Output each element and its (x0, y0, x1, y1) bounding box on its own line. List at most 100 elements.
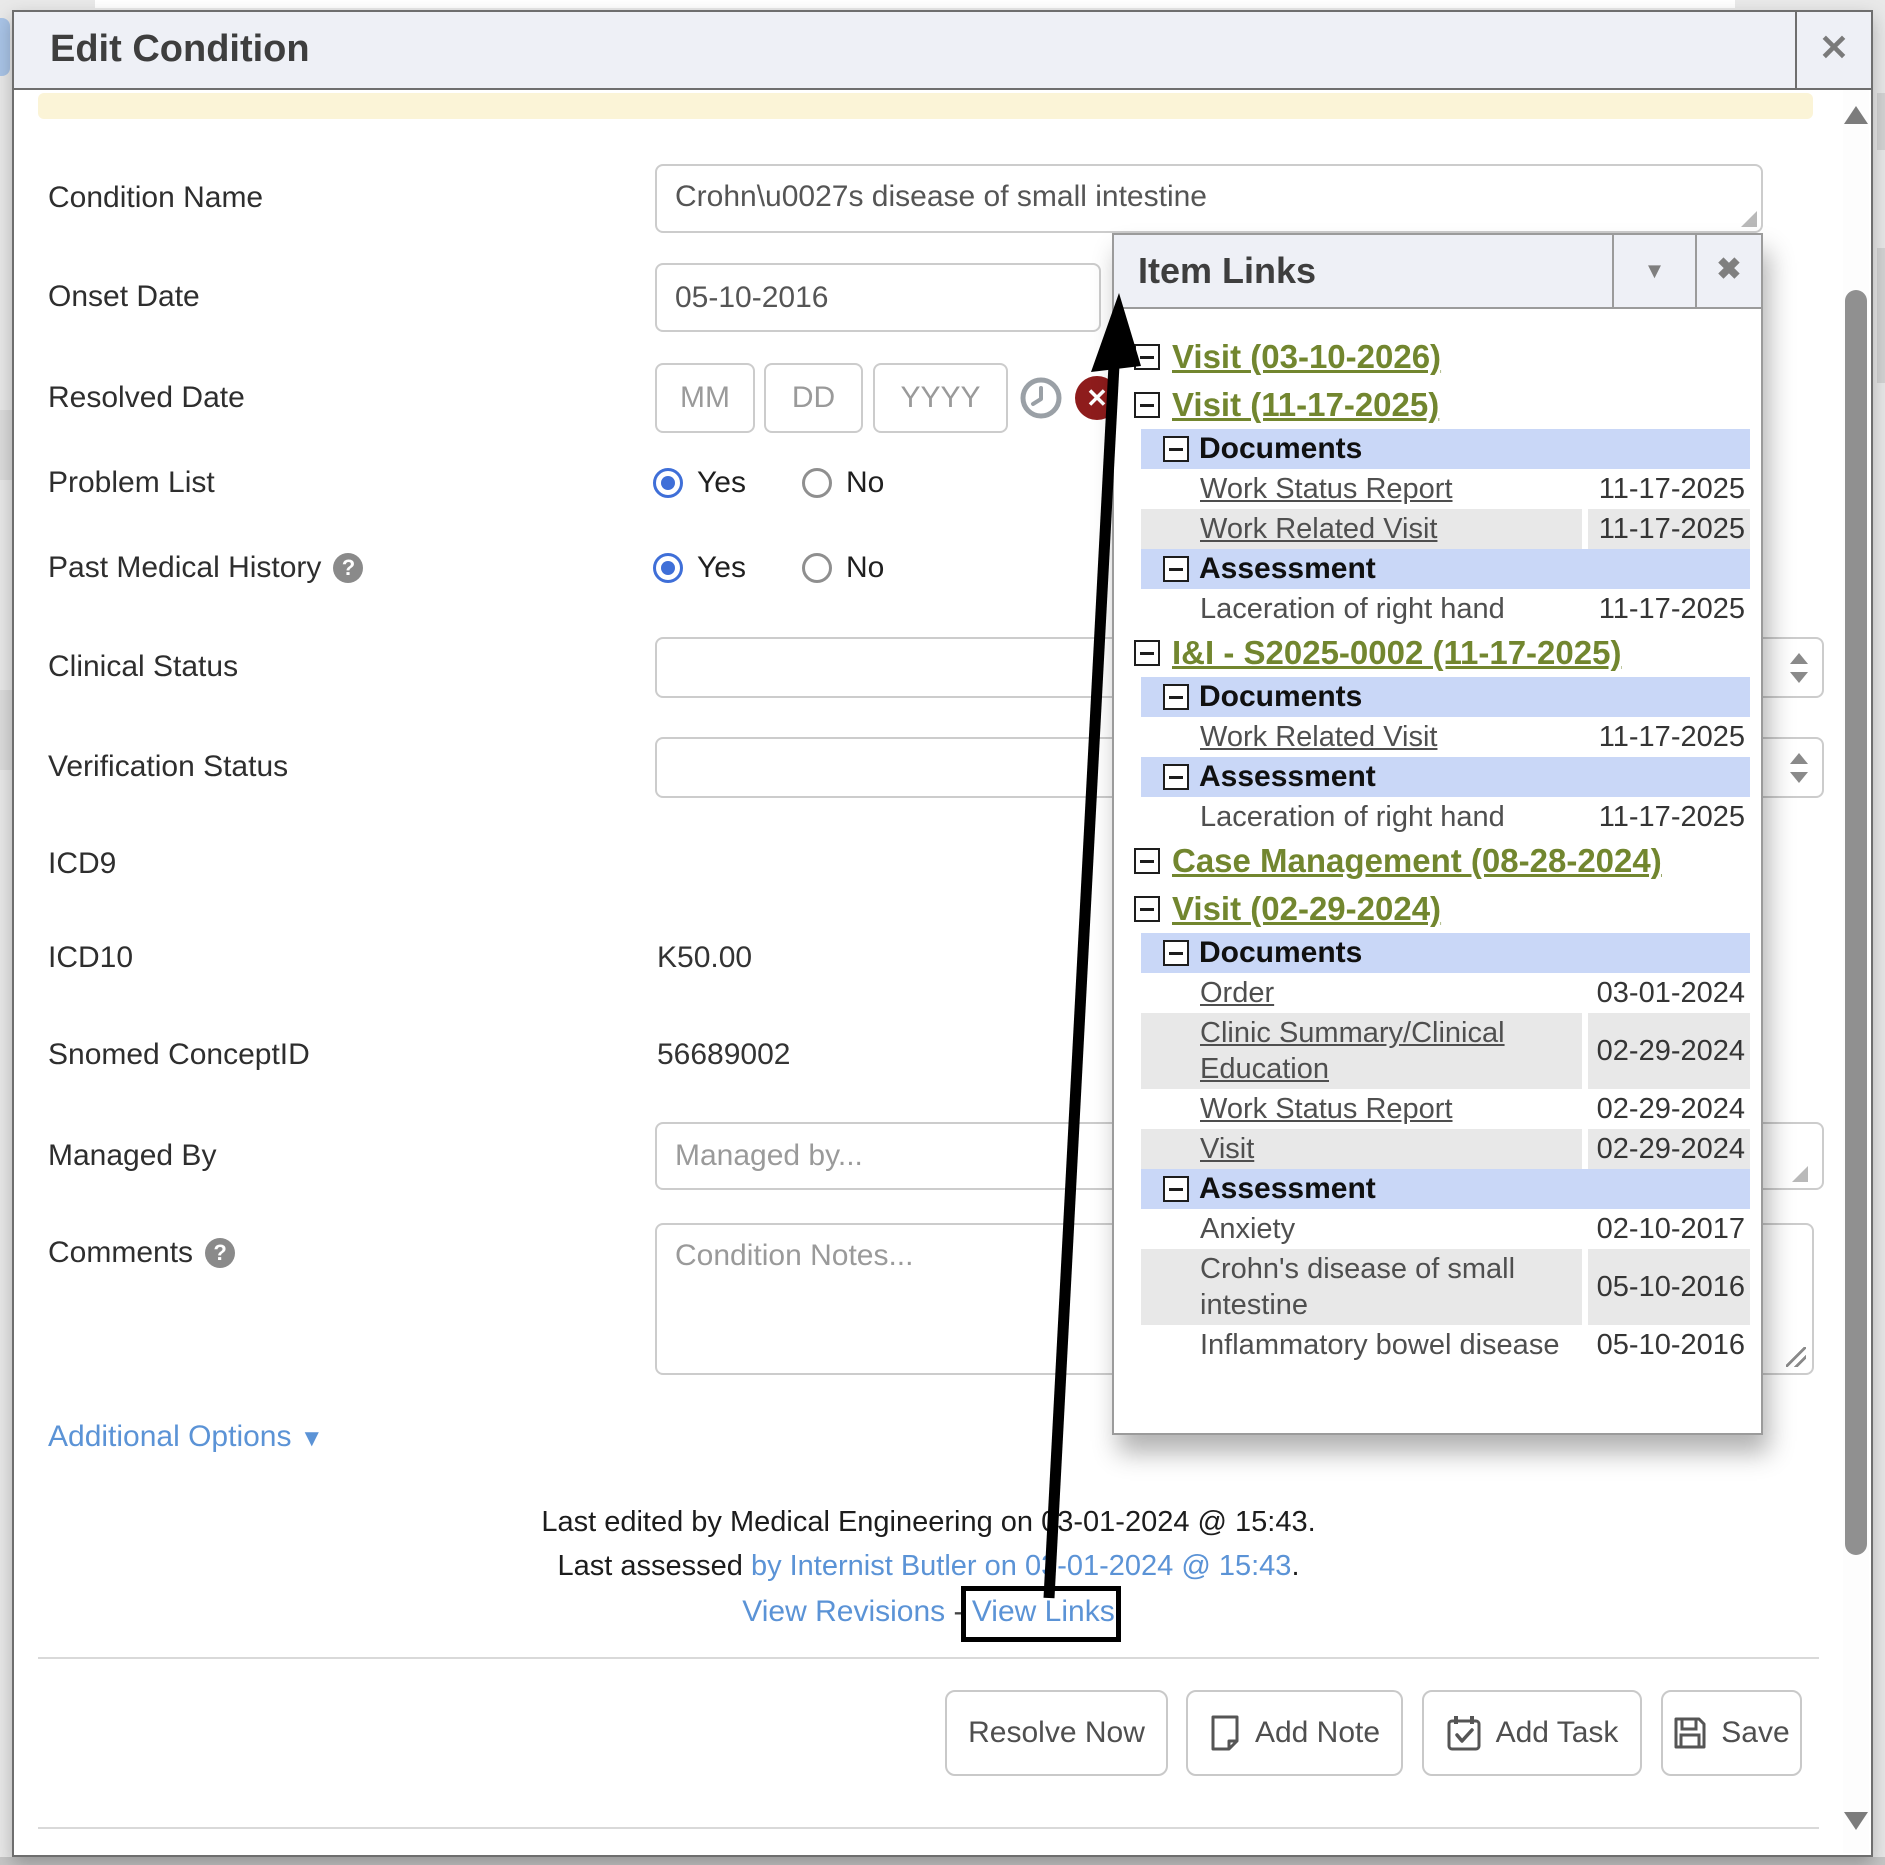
visit-link[interactable]: Visit (11-17-2025) (1172, 386, 1439, 424)
tree-visit-row: Visit (02-29-2024) (1114, 885, 1761, 933)
item-link[interactable]: Inflammatory bowel disease (1141, 1325, 1588, 1365)
item-date: 11-17-2025 (1588, 717, 1750, 757)
problem-list-no-radio[interactable] (802, 468, 832, 498)
problem-list-no-label: No (846, 466, 884, 500)
scroll-up-icon[interactable] (1844, 106, 1868, 124)
comments-label: Comments (48, 1233, 193, 1273)
dialog-scrollbar[interactable] (1843, 90, 1869, 1853)
link-separator: - (954, 1595, 964, 1628)
select-stepper-icon[interactable] (1790, 653, 1808, 683)
add-note-button[interactable]: Add Note (1186, 1690, 1403, 1776)
view-links-link[interactable]: View Links (972, 1595, 1115, 1628)
problem-list-yes-radio[interactable] (653, 468, 683, 498)
item-date: 11-17-2025 (1588, 469, 1750, 509)
collapse-toggle-icon[interactable] (1163, 764, 1189, 790)
item-date: 02-10-2017 (1588, 1209, 1750, 1249)
visit-link[interactable]: Case Management (08-28-2024) (1172, 842, 1662, 880)
additional-options-label: Additional Options (48, 1420, 292, 1453)
comments-label-row: Comments ? (48, 1233, 235, 1273)
past-medical-history-yes-radio[interactable] (653, 553, 683, 583)
add-task-button[interactable]: Add Task (1422, 1690, 1642, 1776)
item-link[interactable]: Work Status Report (1141, 469, 1588, 509)
collapse-toggle-icon[interactable] (1134, 640, 1160, 666)
add-note-label: Add Note (1255, 1716, 1380, 1750)
visit-link[interactable]: Visit (02-29-2024) (1172, 890, 1441, 928)
dialog-titlebar: Edit Condition (14, 12, 1871, 90)
collapse-toggle-icon[interactable] (1163, 1176, 1189, 1202)
resize-handle-icon[interactable] (1741, 211, 1757, 227)
item-date: 02-29-2024 (1588, 1129, 1750, 1169)
note-icon (1209, 1714, 1241, 1752)
add-task-label: Add Task (1496, 1716, 1619, 1750)
help-icon[interactable]: ? (333, 553, 363, 583)
dialog-close-icon[interactable]: ✕ (1795, 12, 1871, 88)
past-medical-history-no-radio[interactable] (802, 553, 832, 583)
notice-banner (38, 93, 1813, 119)
section-label: Documents (1199, 432, 1362, 466)
item-link[interactable]: Laceration of right hand (1141, 797, 1588, 837)
tree-visit-row: Case Management (08-28-2024) (1114, 837, 1761, 885)
collapse-toggle-icon[interactable] (1163, 436, 1189, 462)
last-assessed-link[interactable]: by Internist Butler on 03-01-2024 @ 15:4… (751, 1550, 1292, 1582)
collapse-toggle-icon[interactable] (1163, 684, 1189, 710)
item-link[interactable]: Anxiety (1141, 1209, 1588, 1249)
item-link[interactable]: Work Related Visit (1141, 509, 1582, 549)
tree-item-row: Work Related Visit 11-17-2025 (1141, 717, 1750, 757)
tree-section-row: Documents (1141, 429, 1750, 469)
panel-collapse-icon[interactable]: ▼ (1612, 235, 1695, 307)
select-stepper-icon[interactable] (1790, 753, 1808, 783)
tree-section-row: Assessment (1141, 549, 1750, 589)
last-assessed-suffix: . (1291, 1550, 1299, 1582)
collapse-toggle-icon[interactable] (1134, 848, 1160, 874)
item-link[interactable]: Clinic Summary/Clinical Education (1141, 1013, 1582, 1089)
panel-close-icon[interactable]: ✖ (1695, 235, 1761, 307)
visit-link[interactable]: I&I - S2025-0002 (11-17-2025) (1172, 634, 1621, 672)
tree-item-row: Crohn's disease of small intestine 05-10… (1141, 1249, 1750, 1325)
collapse-toggle-icon[interactable] (1163, 556, 1189, 582)
collapse-toggle-icon[interactable] (1134, 344, 1160, 370)
tree-item-row: Order 03-01-2024 (1141, 973, 1750, 1013)
resolved-day-input[interactable] (764, 363, 863, 433)
section-label: Documents (1199, 936, 1362, 970)
item-link[interactable]: Laceration of right hand (1141, 589, 1588, 629)
tree-item-row: Work Related Visit 11-17-2025 (1141, 509, 1750, 549)
tree-item-row: Clinic Summary/Clinical Education 02-29-… (1141, 1013, 1750, 1089)
resize-handle-icon[interactable] (1792, 1166, 1808, 1182)
resolved-month-input[interactable] (655, 363, 755, 433)
onset-date-input[interactable] (655, 263, 1101, 332)
tree-section-row: Assessment (1141, 1169, 1750, 1209)
scrollbar-thumb[interactable] (1845, 290, 1867, 1555)
view-revisions-link[interactable]: View Revisions (742, 1595, 945, 1628)
resolve-now-button[interactable]: Resolve Now (945, 1690, 1168, 1776)
save-button[interactable]: Save (1661, 1690, 1802, 1776)
resolved-date-label: Resolved Date (48, 378, 245, 418)
time-picker-icon[interactable] (1019, 376, 1063, 420)
visit-link[interactable]: Visit (03-10-2026) (1172, 338, 1441, 376)
help-icon[interactable]: ? (205, 1238, 235, 1268)
tree-visit-row: Visit (03-10-2026) (1114, 333, 1761, 381)
save-floppy-icon (1673, 1716, 1707, 1750)
item-link[interactable]: Work Related Visit (1141, 717, 1588, 757)
condition-name-input[interactable]: Crohn\u0027s disease of small intestine (655, 164, 1763, 233)
tree-visit-row: Visit (11-17-2025) (1114, 381, 1761, 429)
resolved-year-input[interactable] (873, 363, 1008, 433)
verification-status-label: Verification Status (48, 747, 288, 787)
collapse-toggle-icon[interactable] (1134, 392, 1160, 418)
tree-section-row: Documents (1141, 933, 1750, 973)
revision-links-row: View Revisions - View Links (14, 1592, 1843, 1632)
item-link[interactable]: Work Status Report (1141, 1089, 1588, 1129)
additional-options-link[interactable]: Additional Options ▼ (48, 1420, 324, 1454)
collapse-toggle-icon[interactable] (1134, 896, 1160, 922)
item-date: 11-17-2025 (1588, 797, 1750, 837)
item-links-tree: Visit (03-10-2026) Visit (11-17-2025) Do… (1114, 311, 1761, 1433)
item-link[interactable]: Order (1141, 973, 1588, 1013)
scroll-down-icon[interactable] (1844, 1812, 1868, 1830)
tree-item-row: Anxiety 02-10-2017 (1141, 1209, 1750, 1249)
item-link[interactable]: Crohn's disease of small intestine (1141, 1249, 1582, 1325)
resize-handle-icon[interactable] (1786, 1347, 1806, 1367)
item-link[interactable]: Visit (1141, 1129, 1582, 1169)
background-band (0, 690, 12, 770)
collapse-toggle-icon[interactable] (1163, 940, 1189, 966)
problem-list-radios: Yes No (653, 463, 926, 503)
managed-by-label: Managed By (48, 1136, 216, 1176)
